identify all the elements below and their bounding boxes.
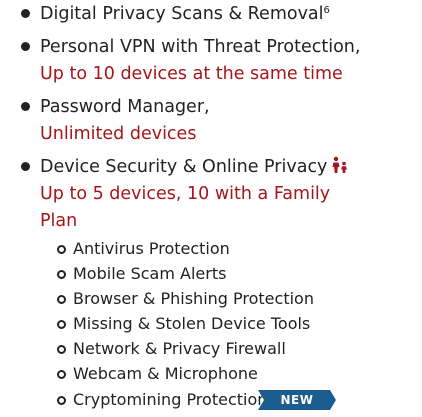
ring-bullet-icon bbox=[57, 245, 66, 254]
bullet-icon bbox=[21, 162, 30, 171]
bullet-icon bbox=[21, 42, 30, 51]
feature-detail: Up to 10 devices at the same time bbox=[40, 64, 343, 84]
family-icon bbox=[330, 156, 350, 182]
new-badge: NEW bbox=[258, 390, 336, 410]
footnote-marker: 6 bbox=[323, 5, 330, 16]
subfeature-label: Webcam & Microphone bbox=[73, 364, 258, 383]
feature-label: Personal VPN with Threat Protection, bbox=[40, 37, 361, 57]
feature-label: Digital Privacy Scans & Removal bbox=[40, 4, 324, 24]
ring-bullet-icon bbox=[57, 345, 66, 354]
ring-bullet-icon bbox=[57, 396, 66, 405]
bullet-icon bbox=[21, 9, 30, 18]
ring-bullet-icon bbox=[57, 320, 66, 329]
ring-bullet-icon bbox=[57, 295, 66, 304]
feature-detail: Plan bbox=[40, 211, 78, 231]
feature-detail: Unlimited devices bbox=[40, 124, 197, 144]
subfeature-label: Network & Privacy Firewall bbox=[73, 339, 286, 358]
ring-bullet-icon bbox=[57, 370, 66, 379]
ring-bullet-icon bbox=[57, 270, 66, 279]
subfeature-label: Mobile Scam Alerts bbox=[73, 264, 227, 283]
bullet-icon bbox=[21, 102, 30, 111]
feature-label: Device Security & Online Privacy bbox=[40, 157, 328, 177]
subfeature-label: Cryptomining Protection bbox=[73, 390, 268, 409]
feature-label: Password Manager, bbox=[40, 97, 210, 117]
new-badge-label: NEW bbox=[280, 393, 314, 407]
subfeature-label: Antivirus Protection bbox=[73, 239, 230, 258]
feature-detail: Up to 5 devices, 10 with a Family bbox=[40, 184, 331, 204]
subfeature-label: Missing & Stolen Device Tools bbox=[73, 314, 311, 333]
subfeature-label: Browser & Phishing Protection bbox=[73, 289, 314, 308]
